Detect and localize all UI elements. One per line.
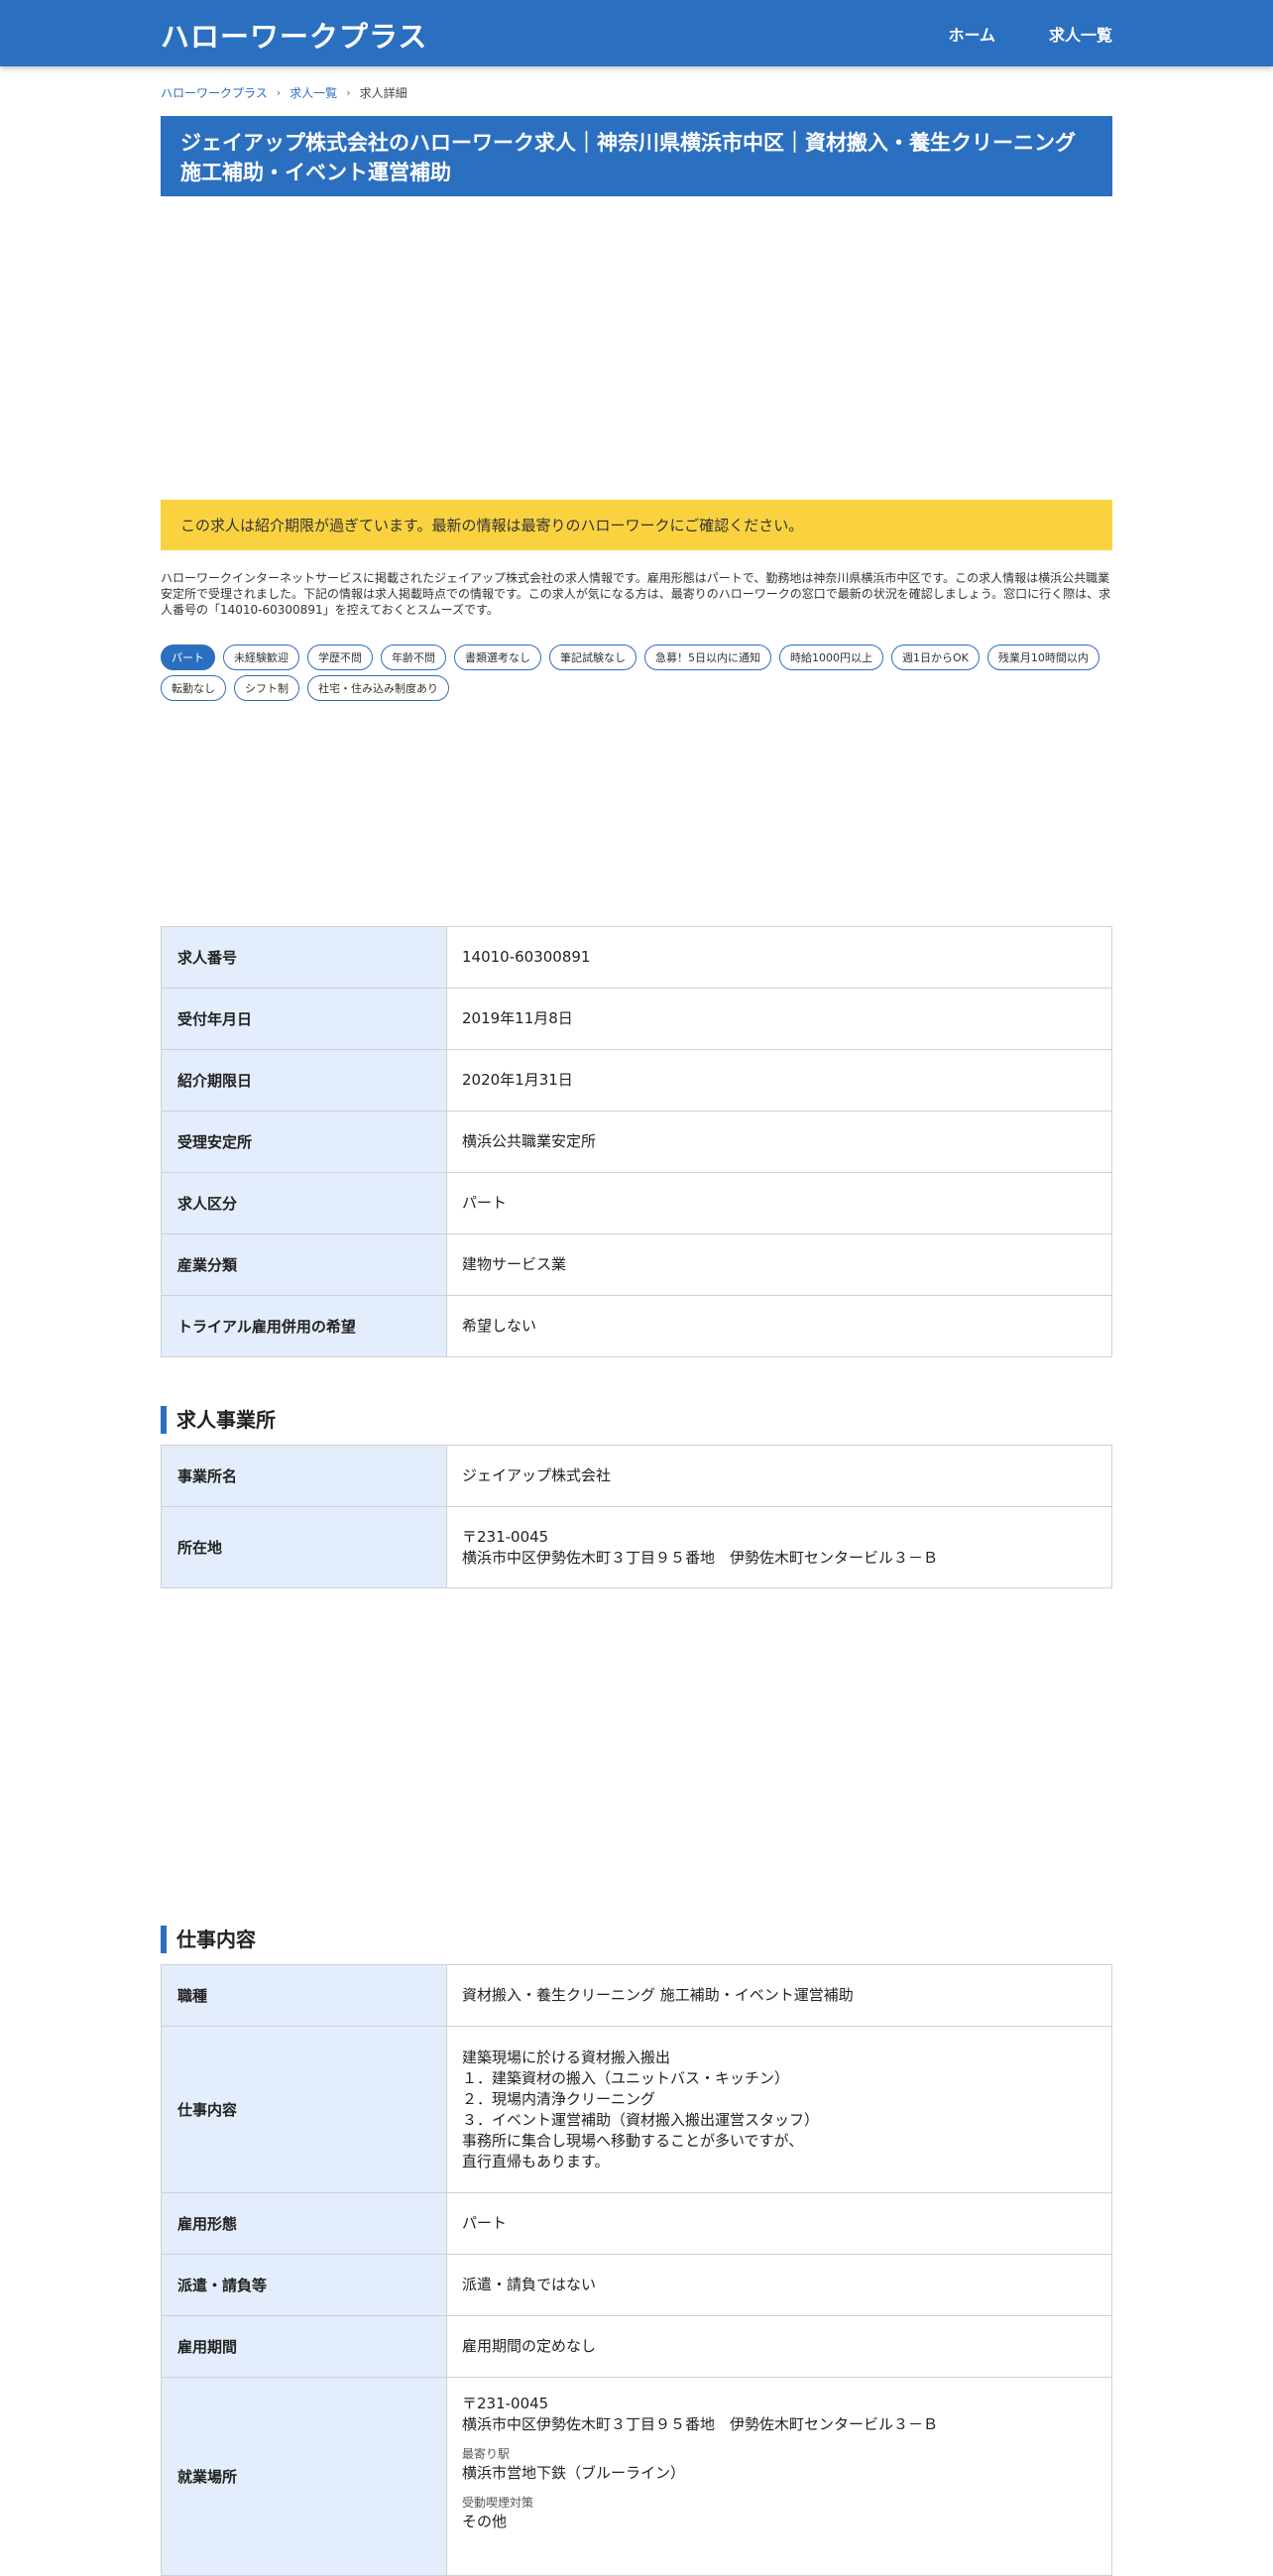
trial-employment-value: 希望しない (446, 1295, 1112, 1357)
table-label: 求人区分 (161, 1172, 447, 1234)
tag-housing[interactable]: 社宅・住み込み制度あり (307, 675, 449, 701)
office-table: 事業所名 ジェイアップ株式会社 所在地 〒231-0045 横浜市中区伊勢佐木町… (161, 1445, 1112, 1588)
chevron-right-icon: › (276, 86, 282, 99)
tag-hourly-1000[interactable]: 時給1000円以上 (779, 644, 883, 670)
tag-low-overtime[interactable]: 残業月10時間以内 (986, 644, 1099, 670)
tag-one-day-week[interactable]: 週1日からOK (891, 644, 980, 670)
tag-no-written-test[interactable]: 筆記試験なし (549, 644, 636, 670)
chevron-right-icon: › (346, 86, 351, 99)
table-row: 仕事内容 建築現場に於ける資材搬入搬出 １．建築資材の搬入（ユニットバス・キッチ… (161, 2026, 1112, 2193)
smoking-value: その他 (462, 2513, 508, 2530)
site-logo[interactable]: ハローワークプラス (161, 14, 427, 56)
employment-type-value: パート (446, 2192, 1112, 2255)
work-table: 職種 資材搬入・養生クリーニング 施工補助・イベント運営補助 仕事内容 建築現場… (161, 1964, 1112, 2576)
expired-notice: この求人は紹介期限が過ぎています。最新の情報は最寄りのハローワークにご確認くださ… (161, 500, 1112, 550)
breadcrumb-current: 求人詳細 (359, 86, 407, 100)
tag-no-transfer[interactable]: 転勤なし (161, 675, 226, 701)
table-row: 所在地 〒231-0045 横浜市中区伊勢佐木町３丁目９５番地 伊勢佐木町センタ… (161, 1506, 1112, 1588)
table-label: 受付年月日 (161, 988, 447, 1050)
table-label: 紹介期限日 (161, 1049, 447, 1112)
table-row: 職種 資材搬入・養生クリーニング 施工補助・イベント運営補助 (161, 1964, 1112, 2027)
received-date-value: 2019年11月8日 (446, 988, 1112, 1050)
nav-home-link[interactable]: ホーム (948, 22, 995, 46)
table-row: 受理安定所 横浜公共職業安定所 (161, 1111, 1112, 1173)
table-row: 求人区分 パート (161, 1172, 1112, 1234)
office-value: 横浜公共職業安定所 (446, 1111, 1112, 1173)
tag-no-experience[interactable]: 未経験歓迎 (223, 644, 299, 670)
table-label: 仕事内容 (161, 2026, 447, 2193)
table-label: 求人番号 (161, 926, 447, 989)
station-value: 横浜市営地下鉄（ブルーライン） (462, 2464, 686, 2482)
job-description-summary: ハローワークインターネットサービスに掲載されたジェイアップ株式会社の求人情報です… (161, 571, 1111, 617)
table-row: 事業所名 ジェイアップ株式会社 (161, 1445, 1112, 1507)
dispatch-value: 派遣・請負ではない (446, 2254, 1112, 2316)
industry-value: 建物サービス業 (446, 1233, 1112, 1296)
address-value: 〒231-0045 横浜市中区伊勢佐木町３丁目９５番地 伊勢佐木町センタービル３… (446, 1506, 1112, 1588)
site-header: ハローワークプラス ホーム 求人一覧 (0, 0, 1273, 66)
company-name-value: ジェイアップ株式会社 (446, 1445, 1112, 1507)
table-label: 受理安定所 (161, 1111, 447, 1173)
table-label: 事業所名 (161, 1445, 447, 1507)
table-label: 派遣・請負等 (161, 2254, 447, 2316)
table-row: トライアル雇用併用の希望 希望しない (161, 1295, 1112, 1357)
station-label: 最寄り駅 (462, 2447, 511, 2461)
breadcrumb: ハローワークプラス › 求人一覧 › 求人詳細 (161, 84, 407, 101)
table-label: 雇用期間 (161, 2315, 447, 2378)
section-title-work: 仕事内容 (161, 1926, 1112, 1953)
job-category-value: パート (446, 1172, 1112, 1234)
job-info-table: 求人番号 14010-60300891 受付年月日 2019年11月8日 紹介期… (161, 926, 1112, 1357)
table-row: 受付年月日 2019年11月8日 (161, 988, 1112, 1050)
table-label: 職種 (161, 1964, 447, 2027)
tag-any-age[interactable]: 年齢不問 (381, 644, 446, 670)
feature-tags: パート 未経験歓迎 学歴不問 年齢不問 書類選考なし 筆記試験なし 急募！5日以… (161, 644, 1112, 701)
table-label: トライアル雇用併用の希望 (161, 1295, 447, 1357)
main-nav: ホーム 求人一覧 (948, 22, 1112, 46)
work-content-value: 建築現場に於ける資材搬入搬出 １．建築資材の搬入（ユニットバス・キッチン） ２．… (446, 2026, 1112, 2193)
postal-code: 〒231-0045 (462, 1527, 549, 1546)
table-label: 産業分類 (161, 1233, 447, 1296)
table-row: 派遣・請負等 派遣・請負ではない (161, 2254, 1112, 2316)
place-postal-code: 〒231-0045 (462, 2395, 549, 2412)
deadline-value: 2020年1月31日 (446, 1049, 1112, 1112)
table-label: 雇用形態 (161, 2192, 447, 2255)
table-row: 求人番号 14010-60300891 (161, 926, 1112, 989)
table-row: 産業分類 建物サービス業 (161, 1233, 1112, 1296)
job-type-value: 資材搬入・養生クリーニング 施工補助・イベント運営補助 (446, 1964, 1112, 2027)
table-row: 雇用形態 パート (161, 2192, 1112, 2255)
place-address: 横浜市中区伊勢佐木町３丁目９５番地 伊勢佐木町センタービル３－Ｂ (462, 2415, 939, 2433)
breadcrumb-list-link[interactable]: 求人一覧 (289, 84, 337, 101)
tag-urgent[interactable]: 急募！5日以内に通知 (644, 644, 771, 670)
table-row: 雇用期間 雇用期間の定めなし (161, 2315, 1112, 2378)
tag-no-education[interactable]: 学歴不問 (307, 644, 373, 670)
table-label: 所在地 (161, 1506, 447, 1588)
job-number-value: 14010-60300891 (446, 926, 1112, 989)
tag-no-document-screening[interactable]: 書類選考なし (454, 644, 541, 670)
breadcrumb-home-link[interactable]: ハローワークプラス (161, 84, 268, 101)
page-title: ジェイアップ株式会社のハローワーク求人｜神奈川県横浜市中区｜資材搬入・養生クリー… (161, 116, 1112, 196)
section-title-office: 求人事業所 (161, 1406, 1112, 1434)
table-row: 紹介期限日 2020年1月31日 (161, 1049, 1112, 1112)
street-address: 横浜市中区伊勢佐木町３丁目９５番地 伊勢佐木町センタービル３－Ｂ (462, 1548, 939, 1567)
tag-part-time[interactable]: パート (161, 644, 215, 670)
nav-job-list-link[interactable]: 求人一覧 (1049, 22, 1112, 46)
tag-shift[interactable]: シフト制 (234, 675, 299, 701)
employment-period-value: 雇用期間の定めなし (446, 2315, 1112, 2378)
smoking-label: 受動喫煙対策 (462, 2496, 534, 2510)
